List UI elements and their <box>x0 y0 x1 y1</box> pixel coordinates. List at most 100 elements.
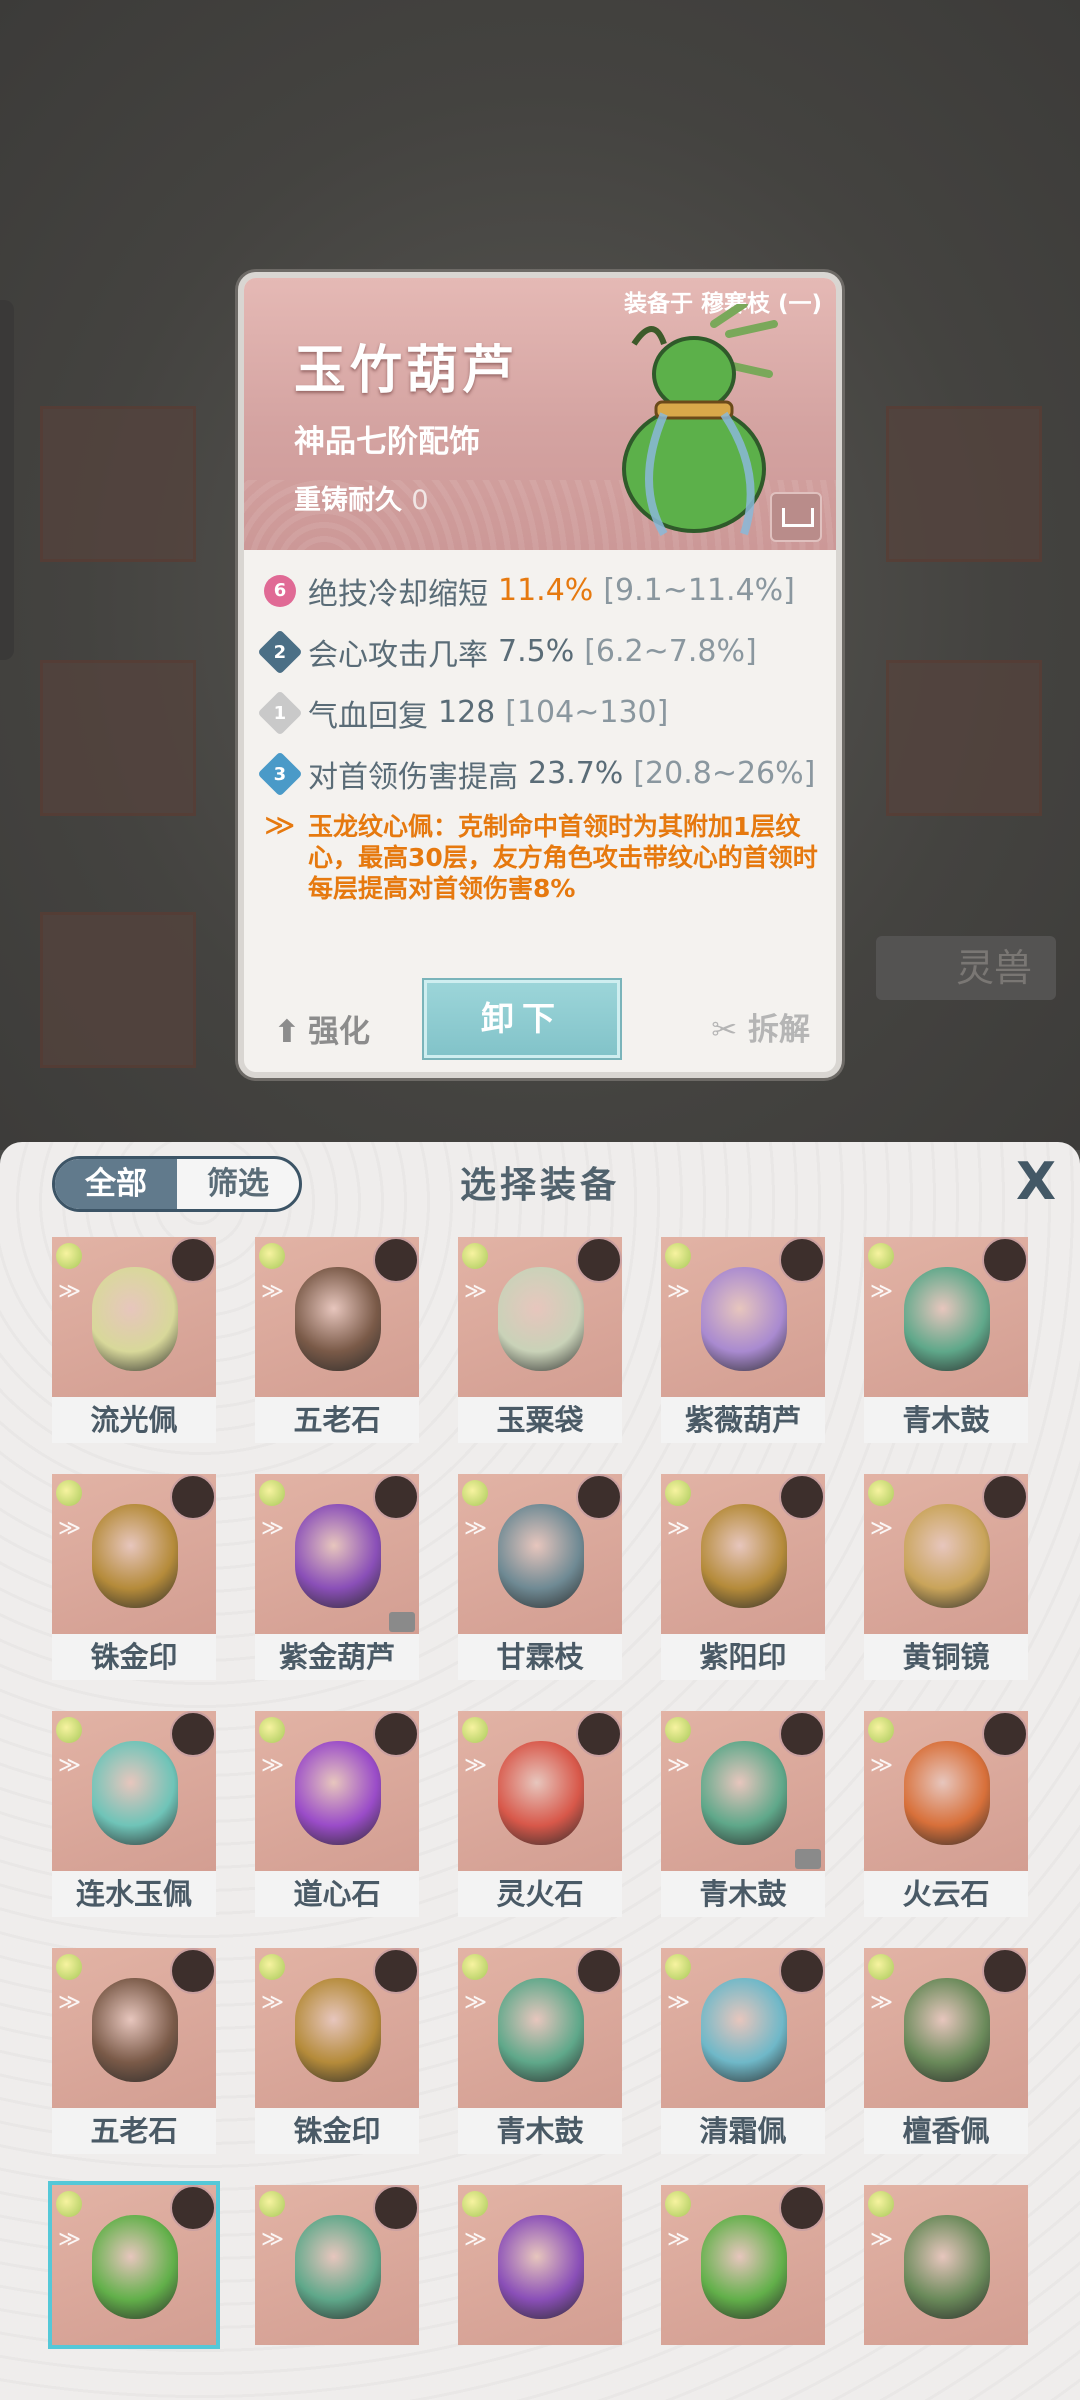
equipment-name: 青木鼓 <box>458 2108 622 2154</box>
stat-value: 7.5% <box>498 634 575 669</box>
unequip-button[interactable]: 卸下 <box>424 980 620 1058</box>
equipment-tile[interactable]: ≫ 紫金葫芦 <box>255 1474 419 1682</box>
lock-icon <box>389 1612 415 1632</box>
equipment-item-icon <box>701 1741 787 1845</box>
bg-tab-spirit-beast: 灵兽 <box>876 936 1056 1000</box>
equipment-tile[interactable]: ≫ <box>458 2185 622 2393</box>
equipment-tile[interactable]: ≫ 黄铜镜 <box>864 1474 1028 1682</box>
equipment-art: ≫ <box>458 1948 622 2108</box>
equipment-tile[interactable]: ≫ <box>255 2185 419 2393</box>
stat-row: 2 会心攻击几率 7.5% [6.2~7.8%] <box>257 621 834 682</box>
quality-gem-icon <box>259 1480 285 1506</box>
quality-gem-icon <box>868 1954 894 1980</box>
owner-avatar <box>779 1711 825 1757</box>
equipment-tile[interactable]: ≫ 紫阳印 <box>661 1474 825 1682</box>
equipment-item-icon <box>92 1741 178 1845</box>
owner-avatar <box>982 1711 1028 1757</box>
quality-gem-icon <box>462 2191 488 2217</box>
item-grade: 神品七阶配饰 <box>294 424 480 460</box>
equipment-tile[interactable]: ≫ 青木鼓 <box>458 1948 622 2156</box>
rune-icon: ≫ <box>870 1990 894 2015</box>
owner-avatar <box>779 1474 825 1520</box>
stat-level-badge-icon: 3 <box>257 750 303 797</box>
equipment-tile[interactable]: ≫ 青木鼓 <box>661 1711 825 1919</box>
owner-avatar <box>576 1948 622 1994</box>
enhance-button[interactable]: ⬆ 强化 <box>274 1006 370 1051</box>
equipment-art: ≫ <box>864 1474 1028 1634</box>
owner-avatar <box>576 1711 622 1757</box>
equipment-name: 青木鼓 <box>864 1397 1028 1443</box>
equipment-item-icon <box>92 1978 178 2082</box>
stat-label: 气血回复 <box>308 698 428 734</box>
rune-icon: ≫ <box>870 1279 894 1304</box>
rune-icon: ≫ <box>870 2227 894 2252</box>
rune-icon: ≫ <box>667 1753 691 1778</box>
equipment-name: 流光佩 <box>52 1397 216 1443</box>
equipment-name: 铢金印 <box>52 1634 216 1680</box>
equipment-tile[interactable]: ≫ 檀香佩 <box>864 1948 1028 2156</box>
close-icon[interactable]: X <box>1012 1156 1060 1208</box>
recast-durability: 重铸耐久 0 <box>294 478 429 517</box>
stat-label: 会心攻击几率 <box>308 637 488 673</box>
equipment-art: ≫ <box>255 1237 419 1397</box>
rune-icon: ≫ <box>464 1990 488 2015</box>
equipment-tile[interactable]: ≫ 灵火石 <box>458 1711 622 1919</box>
rune-icon: ≫ <box>667 2227 691 2252</box>
owner-avatar <box>779 1948 825 1994</box>
rune-icon: ≫ <box>58 1516 82 1541</box>
owner-avatar <box>373 2185 419 2231</box>
rune-icon: ≫ <box>58 1279 82 1304</box>
equipment-item-icon <box>701 1504 787 1608</box>
equipment-tile[interactable]: ≫ 道心石 <box>255 1711 419 1919</box>
dismantle-label: 拆解 <box>748 1012 810 1048</box>
quality-gem-icon <box>665 1243 691 1269</box>
rune-icon: ≫ <box>870 1516 894 1541</box>
owner-avatar <box>170 1474 216 1520</box>
equipment-art: ≫ <box>255 1948 419 2108</box>
equipment-name: 铢金印 <box>255 2108 419 2154</box>
equipment-tile[interactable]: ≫ 清霜佩 <box>661 1948 825 2156</box>
equipment-tile[interactable]: ≫ 玉粟袋 <box>458 1237 622 1445</box>
equipment-tile[interactable]: ≫ 连水玉佩 <box>52 1711 216 1919</box>
equipment-art: ≫ <box>255 2185 419 2345</box>
equipment-tile[interactable]: ≫ 甘霖枝 <box>458 1474 622 1682</box>
equipment-art: ≫ <box>458 2185 622 2345</box>
equipment-item-icon <box>295 1741 381 1845</box>
equipment-tile[interactable]: ≫ 五老石 <box>255 1237 419 1445</box>
rune-icon: ≫ <box>667 1990 691 2015</box>
equipment-item-icon <box>904 1978 990 2082</box>
stat-level-badge-icon: 2 <box>257 628 303 675</box>
equipment-tile[interactable]: ≫ 铢金印 <box>52 1474 216 1682</box>
dismantle-button[interactable]: ✂ 拆解 <box>711 1004 810 1049</box>
bg-equip-slot <box>886 660 1042 816</box>
equipment-tile[interactable]: ≫ 铢金印 <box>255 1948 419 2156</box>
rune-icon: ≫ <box>261 1279 285 1304</box>
rune-icon: ≫ <box>264 808 296 843</box>
quality-gem-icon <box>665 1480 691 1506</box>
owner-avatar <box>170 1948 216 1994</box>
equipment-art: ≫ <box>458 1711 622 1871</box>
stat-row: 3 对首领伤害提高 23.7% [20.8~26%] <box>257 743 834 804</box>
rune-icon: ≫ <box>870 1753 894 1778</box>
equipment-tile[interactable]: ≫ 五老石 <box>52 1948 216 2156</box>
equipment-art: ≫ <box>255 1474 419 1634</box>
equipment-tile[interactable]: ≫ <box>661 2185 825 2393</box>
equipment-art: ≫ <box>52 1237 216 1397</box>
select-equipment-panel: 全部 筛选 选择装备 X ≫ 流光佩 ≫ 五老石 ≫ 玉粟袋 ≫ 紫薇葫芦 ≫ 青木鼓 ≫ 铢金印 ≫ 紫… <box>0 1142 1080 2400</box>
lock-icon[interactable] <box>770 492 822 542</box>
quality-gem-icon <box>462 1717 488 1743</box>
equipment-tile[interactable]: ≫ 流光佩 <box>52 1237 216 1445</box>
equipment-tile[interactable]: ≫ 火云石 <box>864 1711 1028 1919</box>
recast-value: 0 <box>411 485 429 516</box>
enhance-label: 强化 <box>307 1014 370 1050</box>
quality-gem-icon <box>868 1480 894 1506</box>
equipment-art: ≫ <box>255 1711 419 1871</box>
equipment-tile[interactable]: ≫ 青木鼓 <box>864 1237 1028 1445</box>
quality-gem-icon <box>259 1243 285 1269</box>
equipment-tile[interactable]: ≫ <box>52 2185 216 2393</box>
equipment-name: 清霜佩 <box>661 2108 825 2154</box>
equipment-tile[interactable]: ≫ <box>864 2185 1028 2393</box>
equipment-tile[interactable]: ≫ 紫薇葫芦 <box>661 1237 825 1445</box>
equipment-name: 紫阳印 <box>661 1634 825 1680</box>
equipment-art: ≫ <box>52 1474 216 1634</box>
